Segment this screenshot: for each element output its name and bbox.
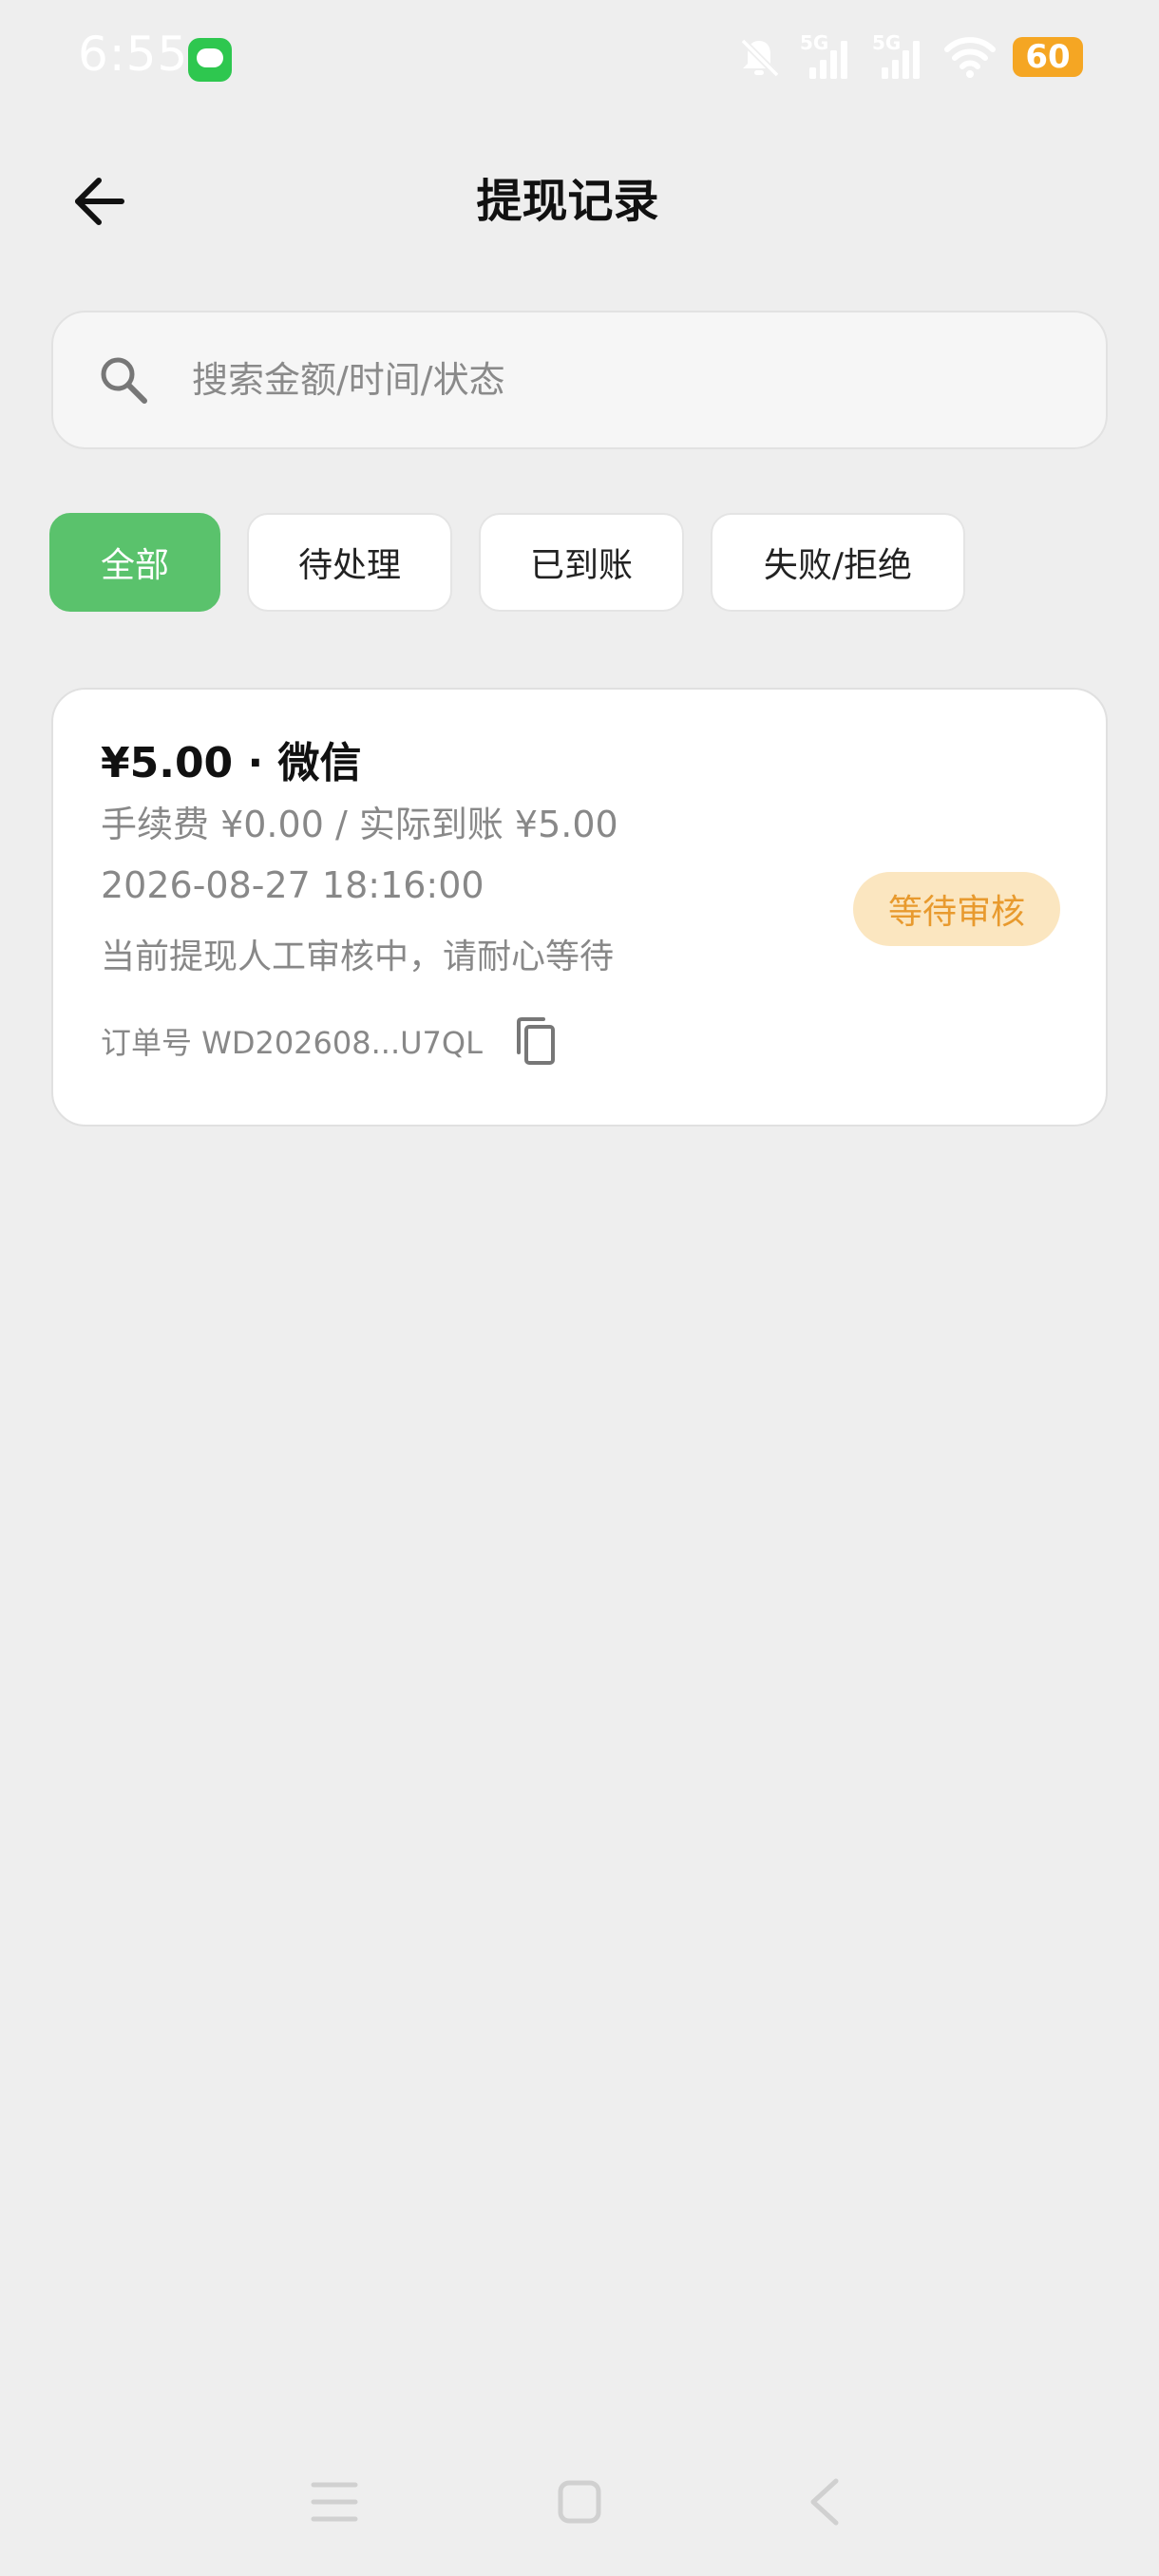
nav-back-icon[interactable] (804, 2475, 846, 2529)
status-badge: 等待审核 (853, 872, 1060, 946)
battery-indicator: 60 (1013, 37, 1083, 77)
order-number-text: 订单号 WD202608...U7QL (101, 1025, 483, 1061)
record-time: 2026-08-27 18:16:00 (101, 864, 484, 906)
page-title: 提现记录 (476, 175, 659, 228)
network-type-2: 5G (872, 31, 902, 54)
record-note: 当前提现人工审核中，请耐心等待 (101, 938, 615, 976)
status-icons: 5G 5G 60 (735, 31, 1083, 82)
status-time: 6:55 (78, 27, 189, 82)
tab-failed-rejected[interactable]: 失败/拒绝 (711, 513, 965, 612)
status-bar: 6:55 5G 5G 60 (0, 0, 1159, 123)
filter-tabs: 全部 待处理 已到账 失败/拒绝 (49, 513, 965, 612)
search-box[interactable] (51, 311, 1108, 449)
menu-icon[interactable] (308, 2477, 361, 2527)
cell-signal-1-icon: 5G (800, 31, 855, 81)
tab-received[interactable]: 已到账 (479, 513, 684, 612)
home-icon[interactable] (557, 2477, 602, 2527)
network-type-1: 5G (800, 31, 829, 54)
bell-muted-icon (735, 33, 783, 81)
wifi-icon (944, 36, 996, 78)
record-order-number: 订单号 WD202608...U7QL (101, 1013, 562, 1070)
search-icon (101, 357, 147, 404)
record-amount-method: ¥5.00 · 微信 (101, 739, 362, 787)
record-fee: 手续费 ¥0.00 / 实际到账 ¥5.00 (101, 804, 618, 845)
message-app-icon (188, 38, 232, 82)
tab-pending[interactable]: 待处理 (247, 513, 452, 612)
tab-all[interactable]: 全部 (49, 513, 220, 612)
system-nav-bar (0, 2460, 1159, 2546)
search-input[interactable] (192, 359, 952, 401)
cell-signal-2-icon: 5G (872, 31, 927, 81)
copy-icon[interactable] (509, 1014, 562, 1068)
withdrawal-record-card[interactable]: ¥5.00 · 微信 手续费 ¥0.00 / 实际到账 ¥5.00 2026-0… (51, 688, 1108, 1127)
